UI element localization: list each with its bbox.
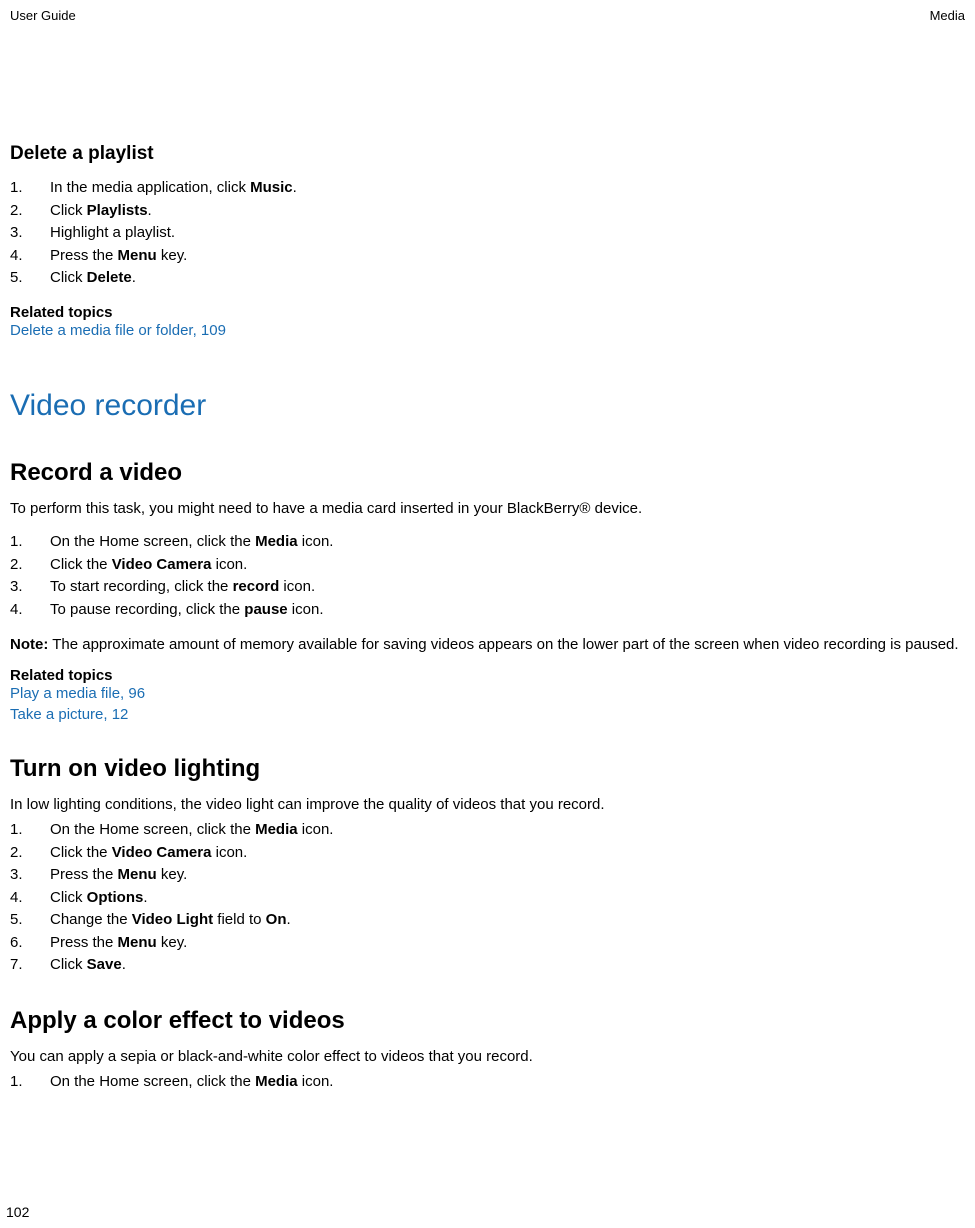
step-text: . <box>132 269 136 286</box>
step-item: To pause recording, click the pause icon… <box>10 599 969 622</box>
step-bold: Media <box>255 821 298 838</box>
step-item: Click the Video Camera icon. <box>10 842 969 865</box>
step-bold: Playlists <box>87 202 148 219</box>
step-bold: Menu <box>118 866 157 883</box>
intro-record-video: To perform this task, you might need to … <box>10 499 969 519</box>
note-prefix: Note: <box>10 636 48 653</box>
step-item: On the Home screen, click the Media icon… <box>10 1071 969 1094</box>
step-item: Click Delete. <box>10 267 969 290</box>
step-text: Click the <box>50 844 112 861</box>
step-bold: Save <box>87 956 122 973</box>
step-item: Highlight a playlist. <box>10 222 969 245</box>
page-header: User Guide Media <box>6 8 969 23</box>
step-bold: Media <box>255 533 298 550</box>
step-text: On the Home screen, click the <box>50 821 255 838</box>
step-text: To start recording, click the <box>50 578 233 595</box>
step-item: Click Playlists. <box>10 200 969 223</box>
step-text: On the Home screen, click the <box>50 1073 255 1090</box>
step-item: Press the Menu key. <box>10 245 969 268</box>
step-bold: Video Light <box>132 911 213 928</box>
step-text: Click <box>50 202 87 219</box>
step-text: field to <box>213 911 266 928</box>
step-item: Change the Video Light field to On. <box>10 909 969 932</box>
step-text: Click <box>50 956 87 973</box>
note-record-video: Note: The approximate amount of memory a… <box>10 635 969 655</box>
step-text: To pause recording, click the <box>50 601 244 618</box>
step-text: Highlight a playlist. <box>50 224 175 241</box>
step-item: Press the Menu key. <box>10 932 969 955</box>
related-links-1: Delete a media file or folder, 109 <box>10 321 969 341</box>
heading-record-video: Record a video <box>10 459 969 487</box>
step-text: . <box>143 889 147 906</box>
related-link[interactable]: Delete a media file or folder, 109 <box>10 321 969 341</box>
steps-record-video: On the Home screen, click the Media icon… <box>10 531 969 621</box>
step-text: key. <box>157 934 188 951</box>
step-bold: Music <box>250 179 293 196</box>
step-item: In the media application, click Music. <box>10 177 969 200</box>
step-text: Click the <box>50 556 112 573</box>
step-text: . <box>148 202 152 219</box>
step-item: To start recording, click the record ico… <box>10 576 969 599</box>
step-text: Press the <box>50 247 118 264</box>
step-text: icon. <box>298 533 334 550</box>
step-text: . <box>122 956 126 973</box>
header-left: User Guide <box>10 8 76 23</box>
note-body: The approximate amount of memory availab… <box>48 636 958 653</box>
step-bold: pause <box>244 601 287 618</box>
step-text: Press the <box>50 934 118 951</box>
step-bold: record <box>233 578 280 595</box>
step-bold: Video Camera <box>112 556 212 573</box>
step-text: icon. <box>279 578 315 595</box>
step-text: key. <box>157 247 188 264</box>
step-text: On the Home screen, click the <box>50 533 255 550</box>
step-text: key. <box>157 866 188 883</box>
step-item: Press the Menu key. <box>10 864 969 887</box>
header-right: Media <box>930 8 965 23</box>
step-text: . <box>287 911 291 928</box>
related-topics-label-2: Related topics <box>10 667 969 684</box>
step-item: Click Options. <box>10 887 969 910</box>
step-item: On the Home screen, click the Media icon… <box>10 819 969 842</box>
step-item: Click the Video Camera icon. <box>10 554 969 577</box>
chapter-heading-video-recorder: Video recorder <box>10 389 969 423</box>
page-number: 102 <box>6 1204 29 1220</box>
step-text: Change the <box>50 911 132 928</box>
related-link[interactable]: Take a picture, 12 <box>10 705 969 725</box>
steps-color-effect: On the Home screen, click the Media icon… <box>10 1071 969 1094</box>
step-text: icon. <box>211 844 247 861</box>
intro-color-effect: You can apply a sepia or black-and-white… <box>10 1047 969 1067</box>
step-text: . <box>293 179 297 196</box>
step-text: Press the <box>50 866 118 883</box>
step-text: Click <box>50 269 87 286</box>
step-bold: Delete <box>87 269 132 286</box>
step-bold: On <box>266 911 287 928</box>
step-bold: Video Camera <box>112 844 212 861</box>
step-text: icon. <box>298 1073 334 1090</box>
step-text: icon. <box>288 601 324 618</box>
step-item: On the Home screen, click the Media icon… <box>10 531 969 554</box>
related-topics-label: Related topics <box>10 304 969 321</box>
step-bold: Menu <box>118 247 157 264</box>
step-item: Click Save. <box>10 954 969 977</box>
heading-delete-playlist: Delete a playlist <box>10 143 969 165</box>
step-text: icon. <box>298 821 334 838</box>
step-text: Click <box>50 889 87 906</box>
heading-video-lighting: Turn on video lighting <box>10 755 969 783</box>
step-text: In the media application, click <box>50 179 250 196</box>
related-link[interactable]: Play a media file, 96 <box>10 684 969 704</box>
step-bold: Menu <box>118 934 157 951</box>
step-bold: Media <box>255 1073 298 1090</box>
steps-video-lighting: On the Home screen, click the Media icon… <box>10 819 969 977</box>
heading-color-effect: Apply a color effect to videos <box>10 1007 969 1035</box>
page-content: Delete a playlist In the media applicati… <box>6 143 969 1093</box>
steps-delete-playlist: In the media application, click Music.Cl… <box>10 177 969 290</box>
related-links-2: Play a media file, 96Take a picture, 12 <box>10 684 969 725</box>
intro-video-lighting: In low lighting conditions, the video li… <box>10 795 969 815</box>
step-text: icon. <box>211 556 247 573</box>
step-bold: Options <box>87 889 144 906</box>
